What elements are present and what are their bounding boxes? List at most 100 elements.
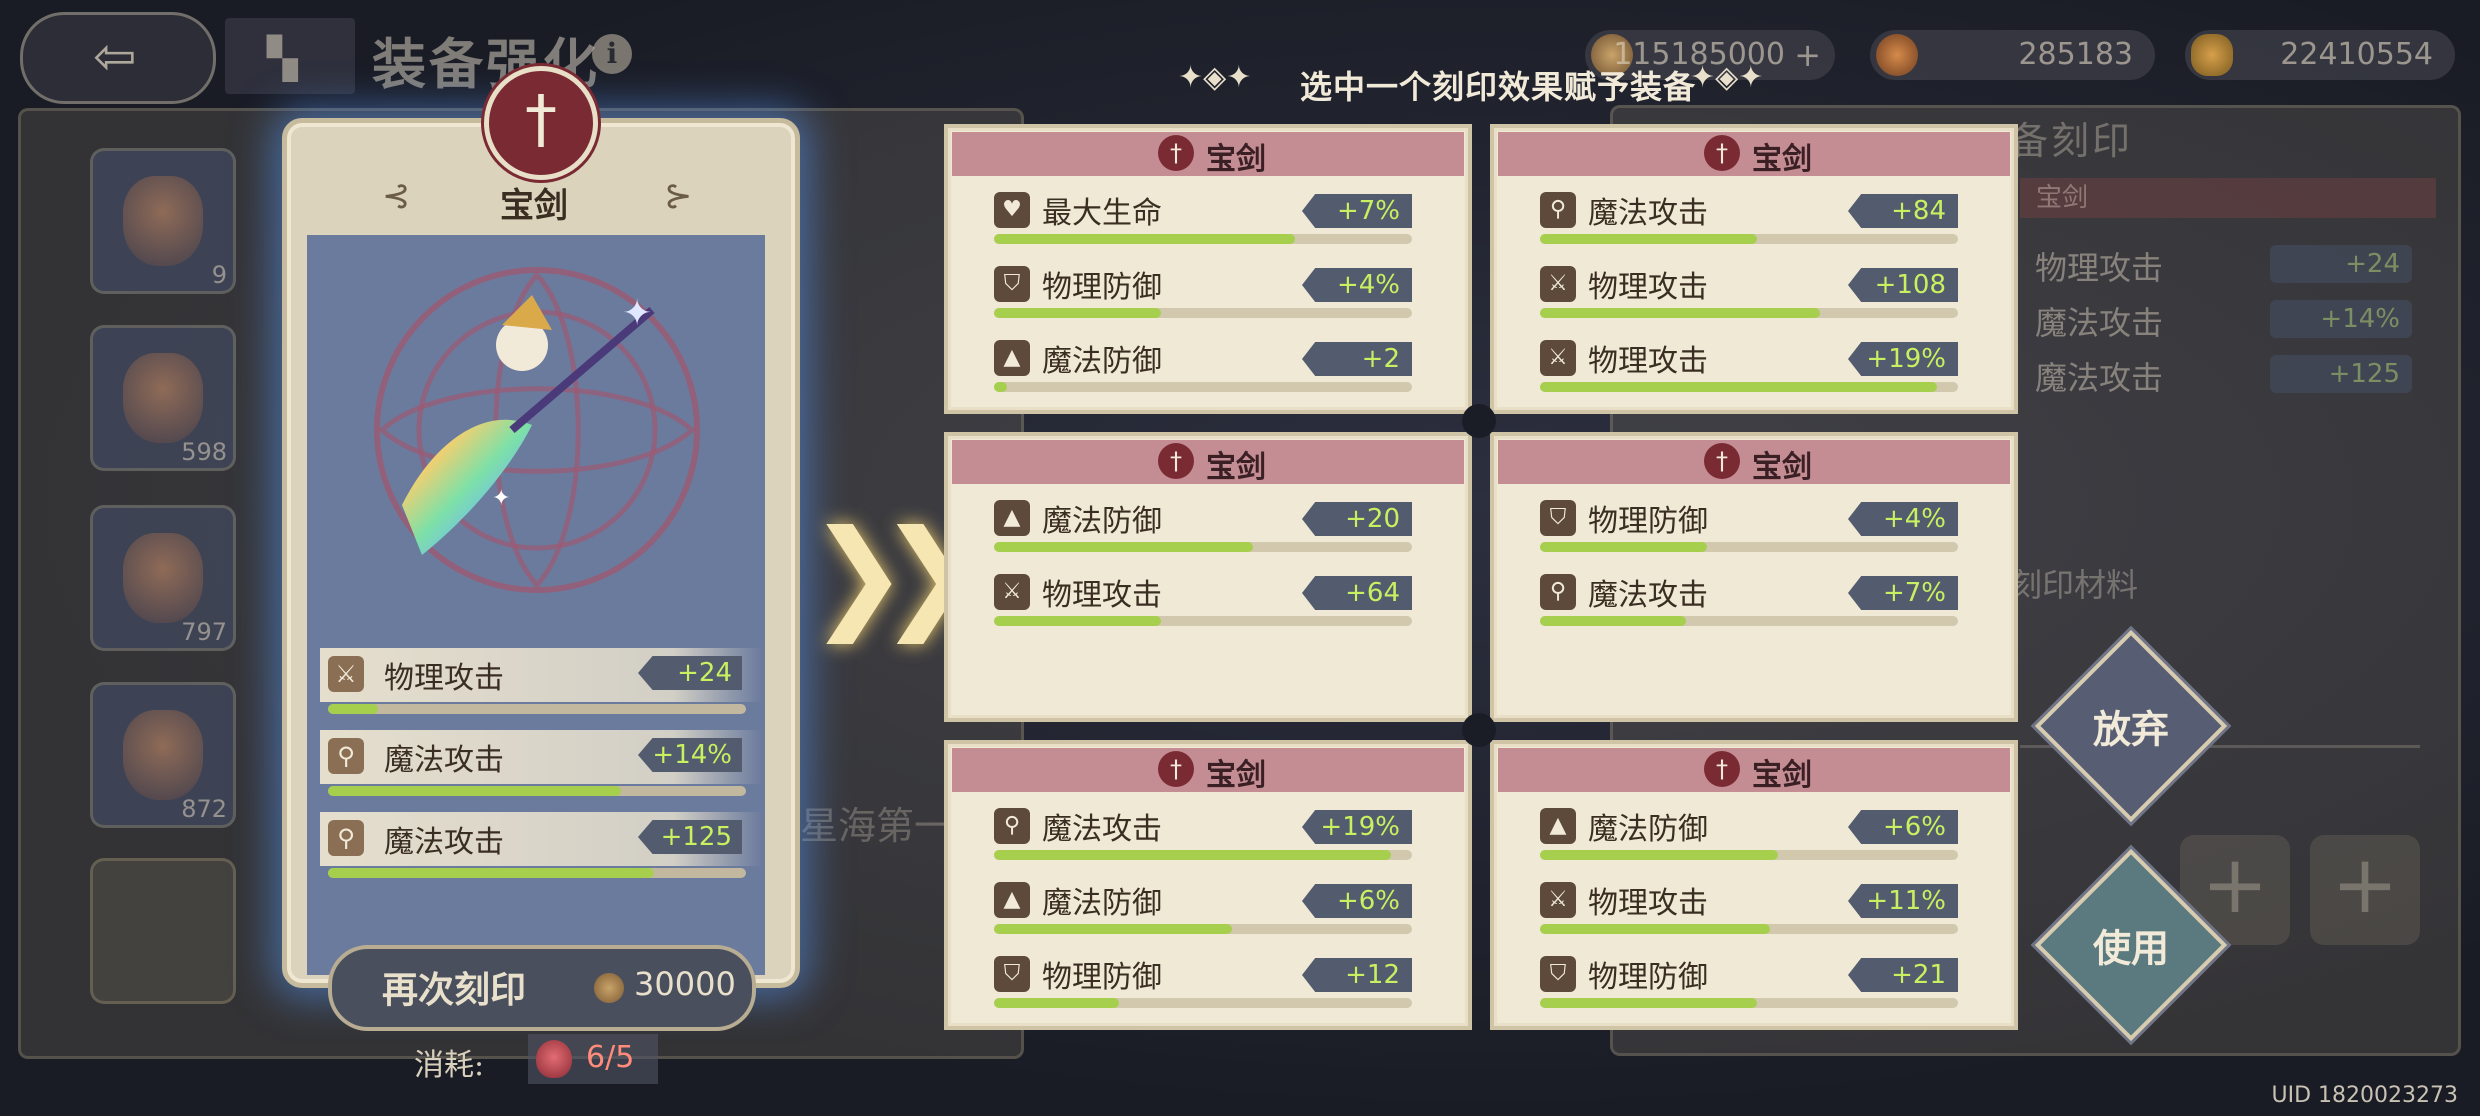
inventory-slot[interactable]: 9 xyxy=(90,148,236,294)
wand-icon: ⚲ xyxy=(328,738,364,774)
option-stat-row: ⚲ 魔法攻击 +19% xyxy=(994,804,1434,874)
engrave-option-card[interactable]: † 宝剑 ⚲ 魔法攻击 +84 ⚔ 物理攻击 +108 ⚔ 物理攻击 +19% xyxy=(1490,124,2018,414)
user-id: UID 1820023273 xyxy=(2271,1083,2459,1108)
engrave-option-card[interactable]: † 宝剑 ⚲ 魔法攻击 +19% ▲ 魔法防御 +6% ⛉ 物理防御 +12 xyxy=(944,740,1472,1030)
gem-icon xyxy=(123,176,203,266)
option-stat-row: ⛉ 物理防御 +12 xyxy=(994,952,1434,1022)
engrave-option-card[interactable]: † 宝剑 ▲ 魔法防御 +20 ⚔ 物理攻击 +64 xyxy=(944,432,1472,722)
inventory-slot[interactable] xyxy=(90,858,236,1004)
sword-icon: † xyxy=(1704,135,1740,171)
heart-icon: ♥ xyxy=(994,192,1030,228)
stat-label: 物理攻击 xyxy=(1588,344,1708,379)
option-stat-row: ⚲ 魔法攻击 +84 xyxy=(1540,188,1980,258)
engrave-option-card[interactable]: † 宝剑 ⛉ 物理防御 +4% ⚲ 魔法攻击 +7% xyxy=(1490,432,2018,722)
reengrave-cost: 30000 xyxy=(634,965,736,1003)
stat-bar xyxy=(994,308,1412,318)
shield-icon: ⛉ xyxy=(994,956,1030,992)
grid-icon: ▚ xyxy=(267,36,298,82)
menu-button[interactable]: ▚ xyxy=(225,18,355,94)
background-stat-value: +125 xyxy=(2270,355,2412,393)
svg-text:✦: ✦ xyxy=(492,486,510,511)
stat-label: 物理防御 xyxy=(1042,960,1162,995)
gem-icon xyxy=(123,533,203,623)
stat-value: +4% xyxy=(1302,268,1412,302)
add-gold-icon[interactable]: + xyxy=(1794,30,1821,80)
stat-value: +108 xyxy=(1848,268,1958,302)
stat-label: 最大生命 xyxy=(1042,196,1162,231)
coin-icon xyxy=(594,973,624,1003)
card-divider-knot xyxy=(1462,713,1496,747)
stat-bar-fill xyxy=(994,924,1233,934)
equipment-artwork: ✦ ✦ xyxy=(374,267,700,593)
info-icon[interactable]: i xyxy=(592,34,632,74)
stat-bar-fill xyxy=(994,382,1007,392)
wizard-hat-icon: ▲ xyxy=(1540,808,1576,844)
engrave-option-card[interactable]: † 宝剑 ♥ 最大生命 +7% ⛉ 物理防御 +4% ▲ 魔法防御 +2 xyxy=(944,124,1472,414)
stat-bar-fill xyxy=(1540,998,1758,1008)
currency-value: 285183 xyxy=(2018,37,2133,72)
gem-icon xyxy=(123,353,203,443)
stat-label: 物理防御 xyxy=(1588,504,1708,539)
option-card-header: † 宝剑 xyxy=(952,440,1464,485)
consume-value: 6/5 xyxy=(586,1040,635,1075)
back-button[interactable]: ⇦ xyxy=(20,12,216,104)
engrave-gem-icon xyxy=(536,1040,572,1078)
sword-icon: ⚔ xyxy=(1540,340,1576,376)
option-stat-row: ▲ 魔法防御 +2 xyxy=(994,336,1434,406)
stat-bar xyxy=(1540,616,1958,626)
inventory-slot[interactable]: 797 xyxy=(90,505,236,651)
background-panel-title: 备刻印 xyxy=(2010,119,2134,163)
slot-count: 9 xyxy=(211,261,227,289)
stat-value: +4% xyxy=(1848,502,1958,536)
stat-bar-fill xyxy=(994,542,1254,552)
stat-label: 魔法攻击 xyxy=(384,743,504,778)
equipment-stat-row: ⚲ 魔法攻击 +125 xyxy=(320,812,762,882)
svg-text:✦: ✦ xyxy=(622,293,652,334)
equipment-emblem: † xyxy=(484,66,598,180)
inventory-slot[interactable]: 598 xyxy=(90,325,236,471)
stat-label: 魔法防御 xyxy=(1042,344,1162,379)
stat-bar xyxy=(328,786,746,796)
stat-value: +84 xyxy=(1848,194,1958,228)
wizard-hat-icon: ▲ xyxy=(994,500,1030,536)
stat-value: +14% xyxy=(638,738,742,772)
sword-icon: † xyxy=(525,83,557,157)
equipment-stat-row: ⚲ 魔法攻击 +14% xyxy=(320,730,762,800)
stat-bar xyxy=(1540,308,1958,318)
stat-bar-fill xyxy=(328,786,621,796)
wand-icon: ⚲ xyxy=(994,808,1030,844)
stat-bar xyxy=(994,998,1412,1008)
stat-bar xyxy=(1540,234,1958,244)
option-stat-row: ▲ 魔法防御 +6% xyxy=(1540,804,1980,874)
option-card-header: † 宝剑 xyxy=(952,132,1464,177)
stat-value: +7% xyxy=(1302,194,1412,228)
stat-bar-fill xyxy=(1540,234,1758,244)
option-card-title: 宝剑 xyxy=(1206,142,1266,177)
background-stat-value: +14% xyxy=(2270,300,2412,338)
add-material-button[interactable]: + xyxy=(2310,835,2420,945)
stat-label: 魔法攻击 xyxy=(1042,812,1162,847)
gem-icon xyxy=(123,710,203,800)
shield-icon: ⛉ xyxy=(1540,956,1576,992)
stat-bar-fill xyxy=(1540,850,1779,860)
stat-label: 魔法防御 xyxy=(1588,812,1708,847)
option-stat-row: ♥ 最大生命 +7% xyxy=(994,188,1434,258)
use-label: 使用 xyxy=(2092,925,2170,971)
sword-icon: † xyxy=(1158,135,1194,171)
wizard-hat-icon: ▲ xyxy=(994,882,1030,918)
stat-bar-fill xyxy=(1540,382,1938,392)
sword-icon: † xyxy=(1158,443,1194,479)
sword-icon: ⚔ xyxy=(1540,882,1576,918)
flourish-left-icon: ⊰ xyxy=(382,176,411,216)
stat-value: +6% xyxy=(1302,884,1412,918)
reengrave-button[interactable]: 再次刻印 30000 xyxy=(328,945,756,1031)
option-card-header: † 宝剑 xyxy=(1498,748,2010,793)
stat-value: +6% xyxy=(1848,810,1958,844)
stat-bar-fill xyxy=(1540,308,1821,318)
sword-icon: † xyxy=(1704,751,1740,787)
inventory-slot[interactable]: 872 xyxy=(90,682,236,828)
stat-value: +21 xyxy=(1848,958,1958,992)
planet-icon xyxy=(1876,34,1918,76)
stat-bar-fill xyxy=(994,998,1120,1008)
engrave-option-card[interactable]: † 宝剑 ▲ 魔法防御 +6% ⚔ 物理攻击 +11% ⛉ 物理防御 +21 xyxy=(1490,740,2018,1030)
